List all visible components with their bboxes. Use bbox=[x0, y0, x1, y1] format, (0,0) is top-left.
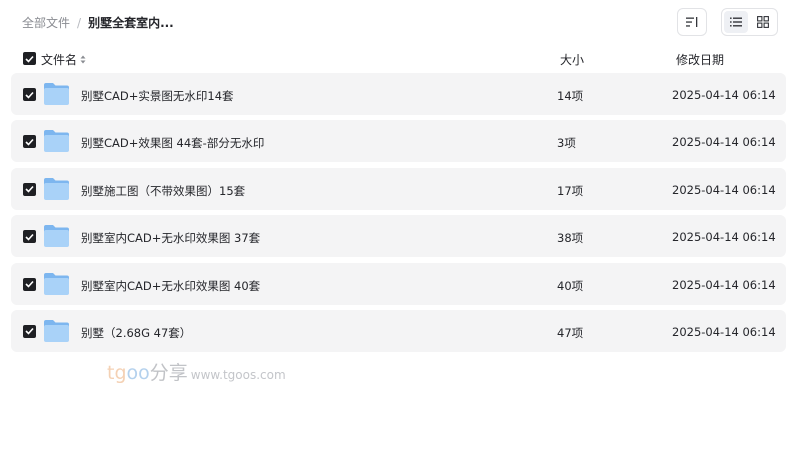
file-name[interactable]: 别墅室内CAD+无水印效果图 37套 bbox=[81, 230, 260, 246]
file-date: 2025-04-14 06:14 bbox=[672, 277, 776, 292]
list-view-button[interactable] bbox=[724, 11, 748, 33]
breadcrumb-current: 别墅全套室内... bbox=[88, 16, 174, 30]
column-date-header[interactable]: 修改日期 bbox=[676, 51, 724, 68]
file-row[interactable]: 别墅施工图（不带效果图）15套 17项 2025-04-14 06:14 bbox=[11, 167, 786, 210]
row-checkbox[interactable] bbox=[23, 277, 36, 291]
file-size: 17项 bbox=[557, 183, 584, 198]
row-checkbox[interactable] bbox=[23, 88, 36, 101]
row-checkbox[interactable] bbox=[23, 182, 36, 196]
file-size: 47项 bbox=[557, 325, 584, 340]
check-icon bbox=[25, 138, 34, 146]
folder-icon bbox=[44, 83, 69, 105]
file-name[interactable]: 别墅CAD+效果图 44套-部分无水印 bbox=[81, 135, 264, 151]
file-date: 2025-04-14 06:14 bbox=[672, 230, 776, 245]
folder-icon bbox=[44, 225, 69, 248]
select-all-checkbox[interactable] bbox=[23, 52, 36, 65]
file-row[interactable]: 别墅CAD+效果图 44套-部分无水印 3项 2025-04-14 06:14 bbox=[11, 120, 786, 163]
view-toggle bbox=[721, 8, 778, 36]
breadcrumb-root-link[interactable]: 全部文件 bbox=[22, 14, 70, 31]
file-size: 40项 bbox=[557, 278, 584, 293]
column-name-label: 文件名 bbox=[41, 53, 78, 67]
sort-button[interactable] bbox=[677, 8, 707, 36]
file-name[interactable]: 别墅CAD+实景图无水印14套 bbox=[81, 88, 234, 104]
file-date: 2025-04-14 06:14 bbox=[672, 182, 776, 197]
sort-lines-icon bbox=[686, 17, 698, 27]
column-header-row: 文件名 大小 修改日期 bbox=[0, 48, 800, 70]
file-date: 2025-04-14 06:14 bbox=[672, 135, 776, 150]
watermark: tg oo 分享 www.tgoos.com bbox=[107, 358, 286, 385]
row-checkbox[interactable] bbox=[23, 324, 36, 338]
file-row[interactable]: 别墅室内CAD+无水印效果图 40套 40项 2025-04-14 06:14 bbox=[11, 262, 786, 305]
folder-icon bbox=[44, 130, 69, 153]
file-list: 别墅CAD+实景图无水印14套 14项 2025-04-14 06:14 别墅C… bbox=[11, 73, 786, 357]
check-icon bbox=[25, 91, 34, 99]
check-icon bbox=[25, 55, 34, 63]
file-row[interactable]: 别墅CAD+实景图无水印14套 14项 2025-04-14 06:14 bbox=[11, 73, 786, 115]
check-icon bbox=[25, 186, 34, 193]
folder-icon bbox=[44, 177, 69, 200]
watermark-url: www.tgoos.com bbox=[190, 368, 286, 382]
folder-icon bbox=[44, 319, 69, 342]
file-date: 2025-04-14 06:14 bbox=[672, 88, 776, 102]
file-size: 3项 bbox=[557, 136, 576, 151]
file-size: 38项 bbox=[557, 231, 584, 246]
column-size-header[interactable]: 大小 bbox=[560, 51, 584, 68]
watermark-part-3: 分享 bbox=[149, 362, 188, 384]
check-icon bbox=[25, 233, 34, 241]
check-icon bbox=[25, 281, 34, 288]
file-name[interactable]: 别墅（2.68G 47套） bbox=[81, 325, 191, 341]
file-date: 2025-04-14 06:14 bbox=[672, 324, 776, 339]
file-name[interactable]: 别墅室内CAD+无水印效果图 40套 bbox=[81, 278, 260, 294]
check-icon bbox=[25, 328, 34, 336]
watermark-part-2: oo bbox=[126, 362, 150, 384]
row-checkbox[interactable] bbox=[23, 135, 36, 149]
sort-caret-icon bbox=[80, 55, 86, 64]
watermark-part-1: tg bbox=[107, 362, 127, 384]
file-size: 14项 bbox=[557, 89, 584, 103]
file-name[interactable]: 别墅施工图（不带效果图）15套 bbox=[81, 183, 245, 199]
breadcrumb-separator: / bbox=[77, 15, 82, 30]
list-view-icon bbox=[730, 17, 742, 27]
breadcrumb: 全部文件 / 别墅全套室内... bbox=[22, 14, 174, 31]
row-checkbox[interactable] bbox=[23, 230, 36, 244]
grid-view-icon bbox=[757, 16, 769, 28]
grid-view-button[interactable] bbox=[751, 11, 775, 33]
column-name-header[interactable]: 文件名 bbox=[41, 51, 86, 68]
folder-icon bbox=[44, 272, 69, 295]
top-bar: 全部文件 / 别墅全套室内... bbox=[0, 0, 800, 44]
file-row[interactable]: 别墅室内CAD+无水印效果图 37套 38项 2025-04-14 06:14 bbox=[11, 215, 786, 258]
file-row[interactable]: 别墅（2.68G 47套） 47项 2025-04-14 06:14 bbox=[11, 309, 786, 352]
